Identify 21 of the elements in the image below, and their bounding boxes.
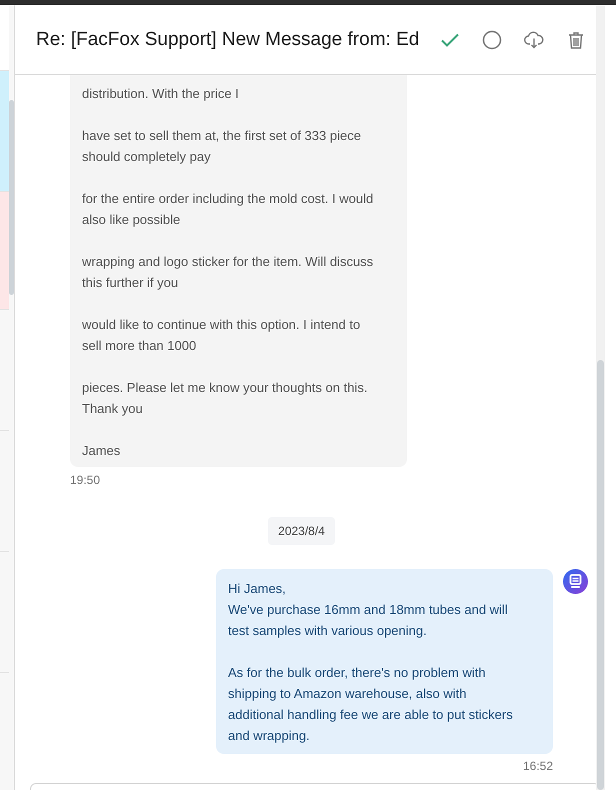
message-time: 16:52 (522, 759, 553, 773)
trash-icon[interactable] (566, 30, 586, 50)
message-text: distribution. With the price I (82, 85, 240, 103)
message-text: would like to continue with this option. I intend to sell more than 1000 (82, 316, 362, 355)
message-text: pieces. Please let me know your thoughts on this. Thank you (82, 379, 368, 418)
cloud-download-icon[interactable] (524, 30, 544, 50)
message-text: for the entire order including the mold cost. I would also like possible (82, 190, 374, 229)
message-text: James (82, 442, 122, 460)
date-chip: 2023/8/4 (268, 517, 335, 545)
message-text: wrapping and logo sticker for the item. Will discuss this further if you (82, 253, 374, 292)
message-time: 19:50 (70, 473, 102, 487)
message-text: Hi James, We've purchase 16mm and 18mm tubes and will test samples with various opening. (228, 580, 509, 640)
list-row[interactable] (0, 192, 9, 310)
message-text: As for the bulk order, there's no problem with shipping to Amazon warehouse, also with additional handling fee we are able to put stickers and wrapping. (228, 664, 514, 745)
circle-icon[interactable] (482, 30, 502, 50)
message-text: have set to sell them at, the first set of 333 piece should completely pay (82, 127, 362, 166)
scrollbar-thumb[interactable] (9, 100, 14, 295)
list-row[interactable] (0, 71, 9, 192)
avatar-icon (563, 569, 588, 594)
scrollbar-thumb[interactable] (597, 360, 604, 790)
email-subject: Re: [FacFox Support] New Message from: Ed (36, 28, 420, 50)
